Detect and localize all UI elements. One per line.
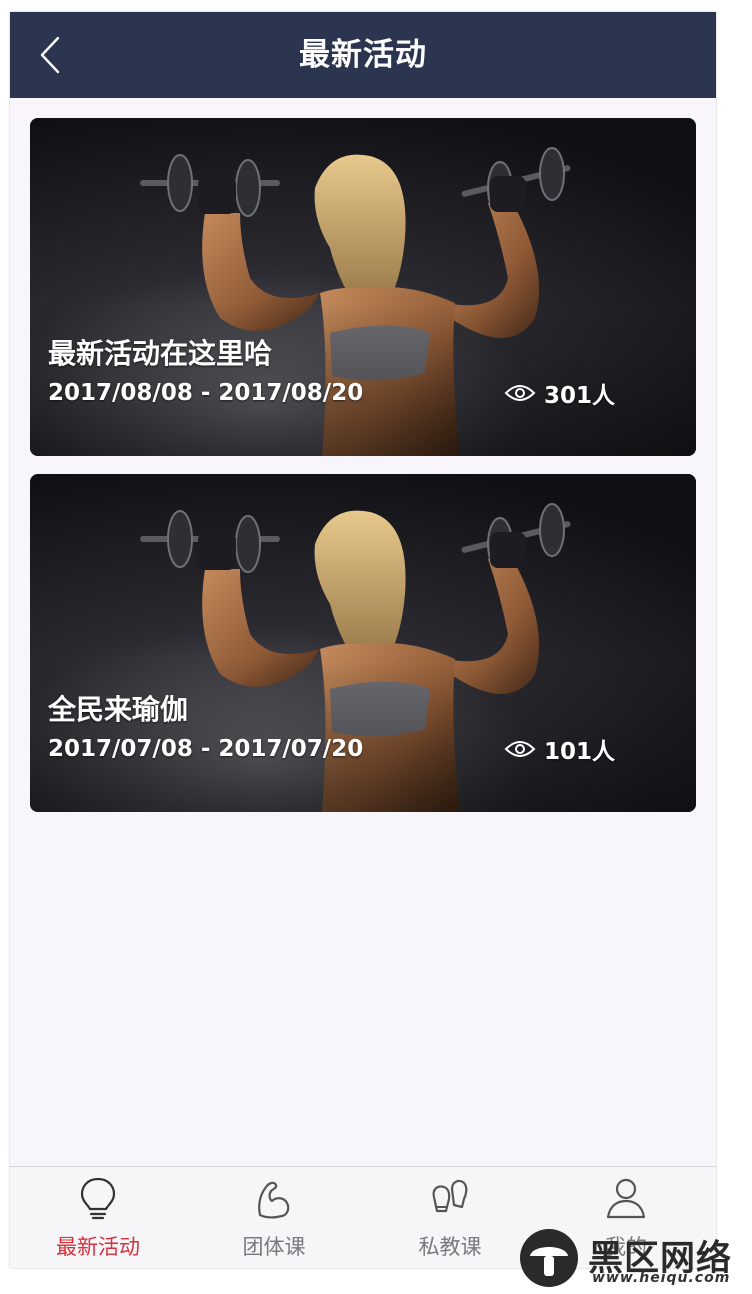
activity-card[interactable]: 全民来瑜伽 2017/07/08 - 2017/07/20 101人: [30, 474, 696, 812]
tab-label: 最新活动: [56, 1235, 140, 1259]
tab-private-classes[interactable]: 私教课: [362, 1167, 538, 1268]
tab-label: 团体课: [242, 1235, 306, 1259]
mushroom-logo-icon: [520, 1229, 578, 1287]
views-count: 301人: [544, 383, 616, 409]
activity-date-range: 2017/07/08 - 2017/07/20: [48, 736, 364, 762]
watermark-url: www.heiqu.com: [592, 1270, 731, 1286]
activity-title: 全民来瑜伽: [48, 693, 189, 726]
watermark-logo: 黑区网络 www.heiqu.com: [518, 1228, 746, 1288]
activity-date-range: 2017/08/08 - 2017/08/20: [48, 380, 364, 406]
activity-views: 101人: [504, 733, 615, 765]
activity-title: 最新活动在这里哈: [48, 337, 273, 370]
user-icon: [606, 1178, 646, 1219]
eye-icon: [504, 385, 536, 401]
flexed-arm-icon: [258, 1181, 290, 1219]
activity-card[interactable]: 最新活动在这里哈 2017/08/08 - 2017/08/20 301人: [30, 118, 696, 456]
tab-label: 私教课: [418, 1235, 482, 1259]
boxing-gloves-icon: [432, 1179, 468, 1213]
app-screen: 最新活动 最新活动在这里哈 2017/08/08 - 2017/08/20 30…: [10, 12, 716, 1268]
views-count: 101人: [544, 739, 616, 765]
eye-icon: [504, 741, 536, 757]
nav-bar: 最新活动: [10, 12, 716, 98]
tab-group-classes[interactable]: 团体课: [186, 1167, 362, 1268]
page-title: 最新活动: [299, 37, 427, 73]
lightbulb-icon: [80, 1177, 116, 1220]
tab-latest-activities[interactable]: 最新活动: [10, 1167, 186, 1268]
activity-views: 301人: [504, 377, 615, 409]
